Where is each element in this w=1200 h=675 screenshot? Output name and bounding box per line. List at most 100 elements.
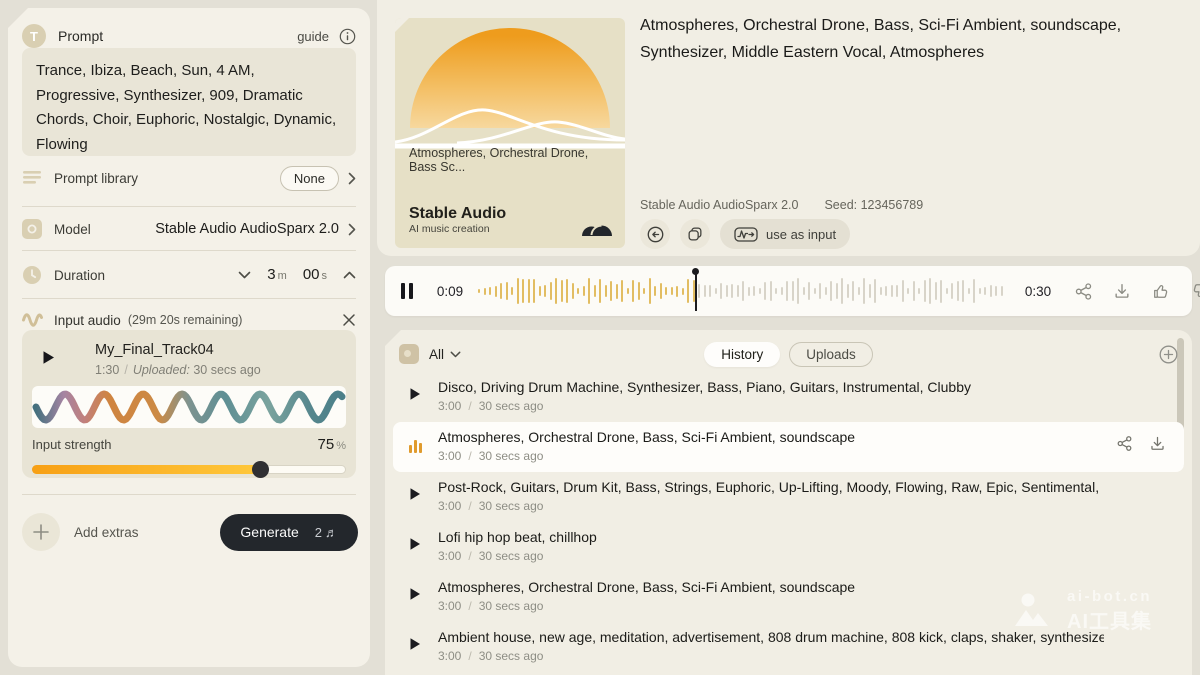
close-icon[interactable] [342, 313, 356, 327]
player-actions [1069, 266, 1200, 316]
library-header: All History Uploads [399, 341, 1178, 367]
duration-decrease-icon[interactable] [238, 271, 251, 279]
track-age: 30 secs ago [479, 399, 544, 413]
play-icon[interactable] [409, 387, 423, 401]
input-waveform [32, 386, 346, 428]
album-caption: Atmospheres, Orchestral Drone, Bass Sc..… [409, 146, 615, 174]
duration-row: Duration 3m 00s [22, 251, 356, 299]
player-waveform[interactable] [478, 266, 1007, 316]
download-button[interactable] [1108, 277, 1136, 305]
reuse-settings-button[interactable] [640, 219, 670, 249]
sidebar-footer: Add extras Generate 2♬ [22, 506, 358, 558]
track-row[interactable]: Lofi hip hop beat, chillhop3:00/30 secs … [393, 522, 1184, 572]
meta-separator: / [461, 399, 478, 413]
equalizer-icon[interactable] [409, 437, 423, 453]
track-duration: 3:00 [438, 599, 461, 613]
slider-knob[interactable] [252, 461, 269, 478]
model-value: Stable Audio AudioSparx 2.0 [155, 221, 339, 237]
brand-name: Stable Audio [409, 204, 506, 223]
track-row[interactable]: Disco, Driving Drum Machine, Synthesizer… [393, 372, 1184, 422]
add-extras-label[interactable]: Add extras [74, 525, 139, 540]
track-title: Lofi hip hop beat, chillhop [438, 528, 1104, 547]
current-time: 0:09 [429, 284, 471, 299]
now-playing-title: Atmospheres, Orchestral Drone, Bass, Sci… [640, 12, 1145, 66]
generate-credits: 2♬ [315, 525, 338, 540]
play-icon[interactable] [409, 587, 423, 601]
model-label: Model [54, 222, 91, 237]
input-audio-remaining: (29m 20s remaining) [128, 313, 243, 327]
track-age: 30 secs ago [479, 599, 544, 613]
now-playing-actions: use as input [640, 219, 850, 249]
watermark-line1: ai-bot.cn [1067, 588, 1152, 605]
guide-link[interactable]: guide [297, 29, 329, 44]
mountains-artwork [395, 102, 625, 150]
prompt-library-label: Prompt library [54, 171, 138, 186]
duration-minutes[interactable]: 3m [267, 266, 287, 284]
play-icon[interactable] [409, 487, 423, 501]
playhead[interactable] [695, 271, 697, 311]
track-title: Ambient house, new age, meditation, adve… [438, 628, 1104, 647]
thumbs-up-icon [1152, 282, 1170, 300]
track-duration: 3:00 [438, 549, 461, 563]
download-icon[interactable] [1149, 435, 1166, 452]
model-icon [22, 219, 42, 239]
model-row[interactable]: Model Stable Audio AudioSparx 2.0 [22, 207, 356, 251]
prompt-header: T Prompt guide [22, 22, 356, 50]
row-actions [1116, 435, 1166, 452]
model-name: Stable Audio AudioSparx 2.0 [640, 198, 798, 212]
audio-player-bar: 0:09 0:30 [385, 266, 1192, 316]
album-art: Atmospheres, Orchestral Drone, Bass Sc..… [395, 18, 625, 248]
prompt-icon: T [22, 24, 46, 48]
brand-subtitle: AI music creation [409, 223, 506, 235]
pause-button[interactable] [401, 283, 413, 299]
share-button[interactable] [1069, 277, 1097, 305]
meta-separator: / [461, 649, 478, 663]
add-extras-icon[interactable] [22, 513, 60, 551]
track-row[interactable]: Atmospheres, Orchestral Drone, Bass, Sci… [393, 422, 1184, 472]
duration-increase-icon[interactable] [343, 271, 356, 279]
uploaded-audio-card: My_Final_Track04 1:30/Uploaded: 30 secs … [22, 330, 356, 478]
generate-button[interactable]: Generate 2♬ [220, 514, 358, 551]
play-icon[interactable] [409, 537, 423, 551]
track-duration: 3:00 [438, 449, 461, 463]
track-title: Atmospheres, Orchestral Drone, Bass, Sci… [438, 428, 1104, 447]
library-value-badge[interactable]: None [280, 166, 339, 191]
corner-cut [395, 18, 410, 33]
duration-seconds[interactable]: 00s [303, 266, 327, 284]
like-button[interactable] [1147, 277, 1175, 305]
input-strength-slider[interactable] [32, 461, 346, 478]
prompt-input[interactable]: Trance, Ibiza, Beach, Sun, 4 AM, Progres… [22, 48, 356, 156]
add-track-button[interactable] [1159, 345, 1178, 364]
track-age: 30 secs ago [479, 449, 544, 463]
info-icon[interactable] [339, 28, 356, 45]
track-duration: 3:00 [438, 499, 461, 513]
prompt-section-label: Prompt [58, 28, 103, 44]
share-icon[interactable] [1116, 435, 1133, 452]
meta-separator: / [461, 449, 478, 463]
track-duration: 3:00 [438, 649, 461, 663]
play-icon[interactable] [409, 637, 423, 651]
track-title: Atmospheres, Orchestral Drone, Bass, Sci… [438, 578, 1104, 597]
now-playing-meta: Stable Audio AudioSparx 2.0 Seed: 123456… [640, 198, 923, 212]
dislike-button[interactable] [1186, 277, 1200, 305]
prompt-library-row[interactable]: Prompt library None [22, 160, 356, 196]
uploaded-track-duration: 1:30 [95, 363, 119, 377]
track-row[interactable]: Post-Rock, Guitars, Drum Kit, Bass, Stri… [393, 472, 1184, 522]
track-age: 30 secs ago [479, 549, 544, 563]
copy-button[interactable] [680, 219, 710, 249]
tab-uploads[interactable]: Uploads [789, 342, 873, 367]
track-title: Post-Rock, Guitars, Drum Kit, Bass, Stri… [438, 478, 1104, 497]
library-panel: All History Uploads Disco, Driving Drum … [385, 330, 1192, 675]
track-age: 30 secs ago [479, 649, 544, 663]
duration-label: Duration [54, 268, 105, 283]
slider-fill [32, 465, 261, 474]
input-audio-label: Input audio [54, 313, 121, 328]
album-brand: Stable Audio AI music creation [409, 204, 506, 235]
track-age: 30 secs ago [479, 499, 544, 513]
music-note-icon: ♬ [325, 525, 338, 540]
chevron-right-icon [348, 172, 356, 185]
tab-history[interactable]: History [704, 342, 780, 367]
use-as-input-button[interactable]: use as input [720, 219, 850, 249]
total-time: 0:30 [1017, 284, 1059, 299]
play-icon[interactable] [42, 350, 55, 365]
